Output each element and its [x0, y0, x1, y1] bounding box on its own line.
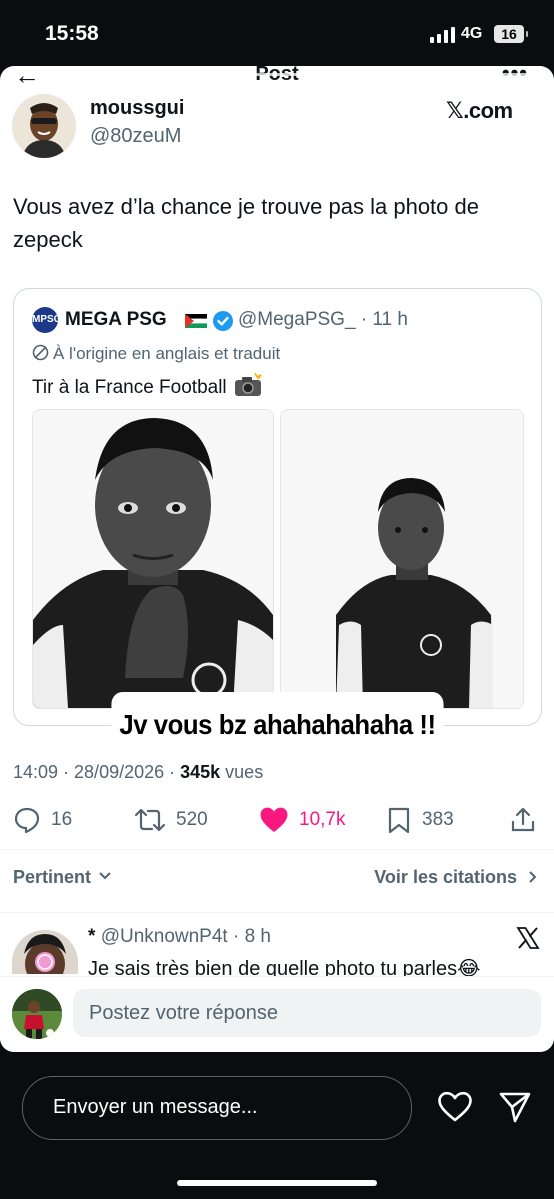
repost-count: 520	[176, 809, 208, 830]
sort-relevance-dropdown[interactable]: Pertinent	[13, 867, 112, 888]
bookmark-icon	[388, 807, 410, 834]
repost-arrows-icon	[134, 808, 166, 832]
avatar-cartoon-icon	[12, 94, 76, 158]
tweet-text: Vous avez d’la chance je trouve pas la p…	[13, 194, 479, 252]
views-label: vues	[220, 762, 264, 782]
bookmark-count: 383	[422, 809, 454, 830]
post-card: ← Post ••• moussgui 17 h @80zeuM 𝕏.com V…	[0, 66, 554, 1052]
share-icon	[511, 807, 535, 832]
tweet-meta: 14:09 · 28/09/2026 · 345k vues	[13, 762, 263, 783]
page-title: Post	[0, 66, 554, 86]
verified-badge-icon	[213, 311, 233, 331]
battery-indicator: 16	[494, 25, 528, 43]
divider	[0, 849, 554, 850]
reply-count: 16	[51, 809, 73, 830]
heart-outline-icon[interactable]	[437, 1091, 473, 1123]
tweet-actions: 16 520 10,7k 383	[0, 802, 554, 838]
translation-note: À l'origine en anglais et traduit	[32, 344, 280, 364]
close-icon[interactable]	[506, 96, 538, 128]
player-portrait-right	[281, 410, 523, 708]
chevron-down-icon	[99, 872, 111, 880]
reply-text: Je sais très bien de quelle photo tu par…	[88, 958, 481, 978]
post-header: ← Post •••	[0, 66, 554, 94]
heart-filled-icon	[260, 807, 288, 832]
current-user-avatar[interactable]	[12, 989, 62, 1039]
like-count: 10,7k	[299, 809, 346, 830]
reply-author-avatar[interactable]	[12, 930, 78, 974]
reply-bubble-icon	[14, 807, 40, 834]
status-bar: 15:58 4G 16	[0, 0, 554, 62]
sort-label: Pertinent	[13, 867, 92, 887]
translate-globe-icon	[32, 344, 49, 361]
view-quotes-link[interactable]: Voir les citations	[374, 867, 538, 888]
xcom-label: 𝕏.com	[446, 98, 513, 123]
view-quotes-label: Voir les citations	[374, 867, 517, 887]
story-progress-segment	[370, 73, 542, 76]
story-progress-segment	[12, 73, 180, 76]
reply-avatar-image	[12, 930, 78, 974]
story-time-ago: 17 h	[186, 104, 220, 123]
bookmark-button[interactable]: 383	[386, 802, 454, 838]
reply-input[interactable]: Postez votre réponse	[73, 989, 541, 1037]
author-handle[interactable]: @80zeuM	[90, 125, 181, 148]
quoted-author-name[interactable]: MEGA PSG	[65, 309, 167, 331]
reply-composer: Postez votre réponse	[0, 976, 554, 1052]
quoted-tweet[interactable]: MPSG MEGA PSG @MegaPSG_ · 11 h À l'origi…	[13, 288, 542, 726]
translation-note-text: À l'origine en anglais et traduit	[53, 344, 281, 363]
reply-prefix: *	[88, 926, 101, 947]
author-avatar[interactable]	[12, 94, 76, 158]
reply-handle-time: @UnknownP4t · 8 h	[100, 926, 272, 947]
more-options-icon[interactable]: •••	[502, 66, 528, 86]
camera-flash-icon	[234, 373, 262, 396]
quoted-photo-left[interactable]	[32, 409, 274, 709]
reply-author-handle[interactable]: * @UnknownP4t · 8 h	[88, 926, 271, 948]
share-button[interactable]	[510, 802, 546, 838]
palestine-flag-icon	[185, 314, 207, 328]
status-time: 15:58	[45, 22, 99, 45]
views-count: 345k	[180, 762, 221, 782]
player-portrait-left	[33, 410, 273, 708]
quoted-photo-right[interactable]	[280, 409, 524, 709]
message-placeholder: Envoyer un message...	[53, 1096, 258, 1118]
send-paper-plane-icon[interactable]	[498, 1090, 532, 1124]
quoted-author-avatar[interactable]: MPSG	[32, 307, 61, 333]
chevron-right-icon	[529, 871, 537, 883]
like-button[interactable]: 10,7k	[259, 802, 345, 838]
quoted-handle-time[interactable]: @MegaPSG_ · 11 h	[238, 309, 408, 331]
user-avatar-image	[12, 989, 62, 1039]
x-logo-icon	[516, 927, 540, 949]
signal-icon	[430, 27, 455, 43]
quoted-tweet-text: Tir à la France Football	[32, 373, 263, 399]
home-indicator	[177, 1180, 377, 1186]
story-message-input[interactable]: Envoyer un message...	[22, 1076, 412, 1140]
repost-button[interactable]: 520	[134, 802, 208, 838]
quoted-text: Tir à la France Football	[32, 377, 227, 398]
author-name[interactable]: moussgui	[90, 97, 184, 120]
story-progress-segment	[190, 73, 360, 76]
tweet-timestamp: 14:09 · 28/09/2026 ·	[13, 762, 181, 782]
reply-button[interactable]: 16	[13, 802, 72, 838]
story-caption-overlay: Jv vous bz ahahahahaha !!	[111, 692, 444, 758]
divider	[0, 912, 554, 913]
network-type: 4G	[461, 25, 483, 42]
